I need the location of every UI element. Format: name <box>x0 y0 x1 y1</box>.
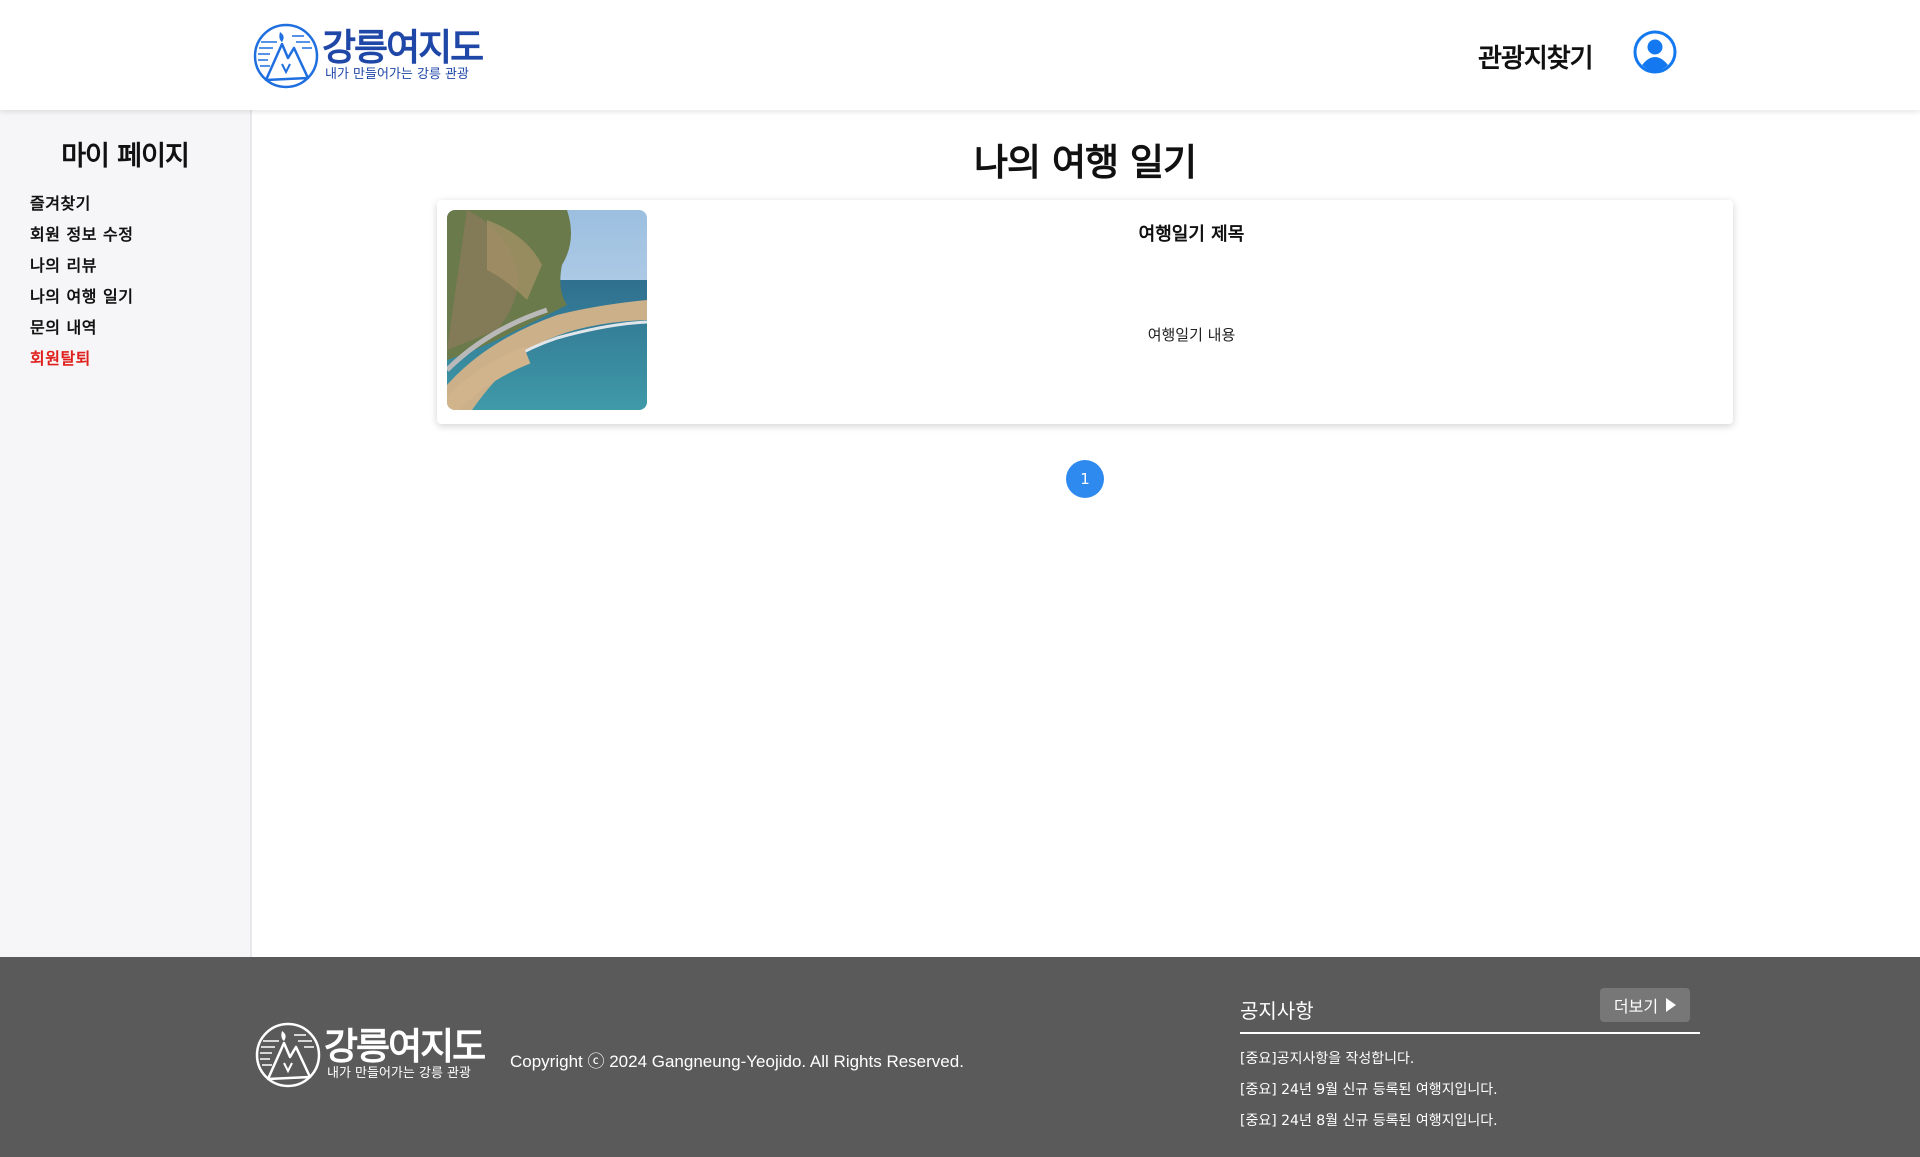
notice-panel: 공지사항 더보기 [중요]공지사항을 작성합니다. [중요] 24년 9월 신규… <box>1240 987 1700 1137</box>
logo-title: 강릉여지도 <box>322 26 484 69</box>
sidebar-item-my-reviews[interactable]: 나의 리뷰 <box>30 250 133 281</box>
notice-item[interactable]: [중요] 24년 9월 신규 등록된 여행지입니다. <box>1240 1075 1700 1106</box>
sidebar-menu: 즐겨찾기 회원 정보 수정 나의 리뷰 나의 여행 일기 문의 내역 회원탈퇴 <box>30 188 133 374</box>
play-triangle-icon <box>1666 998 1677 1012</box>
more-button-label: 더보기 <box>1613 997 1659 1016</box>
diary-content: 여행일기 내용 <box>1147 326 1236 344</box>
logo-text: 강릉여지도 내가 만들어가는 강릉 관광 <box>322 26 484 83</box>
sidebar-item-inquiries[interactable]: 문의 내역 <box>30 312 133 343</box>
notice-title: 공지사항 <box>1240 999 1314 1023</box>
logo-emblem-icon <box>255 1022 321 1088</box>
site-header: 강릉여지도 내가 만들어가는 강릉 관광 관광지찾기 <box>0 0 1920 110</box>
sidebar-item-edit-profile[interactable]: 회원 정보 수정 <box>30 219 133 250</box>
mypage-sidebar: 마이 페이지 즐겨찾기 회원 정보 수정 나의 리뷰 나의 여행 일기 문의 내… <box>0 110 252 957</box>
footer-logo-subtitle: 내가 만들어가는 강릉 관광 <box>327 1066 471 1081</box>
user-circle-icon[interactable] <box>1633 30 1677 74</box>
coastal-walkway-photo <box>447 210 647 410</box>
pagination-page-1[interactable]: 1 <box>1066 460 1104 498</box>
notice-item[interactable]: [중요]공지사항을 작성합니다. <box>1240 1044 1700 1075</box>
notice-list: [중요]공지사항을 작성합니다. [중요] 24년 9월 신규 등록된 여행지입… <box>1240 1044 1700 1137</box>
diary-title: 여행일기 제목 <box>1138 224 1245 245</box>
site-logo[interactable]: 강릉여지도 내가 만들어가는 강릉 관광 <box>252 22 492 90</box>
logo-subtitle: 내가 만들어가는 강릉 관광 <box>325 67 469 82</box>
nav-find-attractions[interactable]: 관광지찾기 <box>1478 38 1594 75</box>
logo-emblem-icon <box>253 23 319 89</box>
sidebar-item-withdraw[interactable]: 회원탈퇴 <box>30 343 133 374</box>
notice-header: 공지사항 더보기 <box>1240 987 1700 1034</box>
diary-thumbnail <box>447 210 647 410</box>
footer-logo-text: 강릉여지도 내가 만들어가는 강릉 관광 <box>324 1025 486 1082</box>
diary-card[interactable]: 여행일기 제목 여행일기 내용 <box>437 200 1733 424</box>
footer-logo-title: 강릉여지도 <box>324 1025 486 1068</box>
page-title: 나의 여행 일기 <box>973 141 1197 184</box>
sidebar-title: 마이 페이지 <box>61 141 190 172</box>
sidebar-item-travel-diary[interactable]: 나의 여행 일기 <box>30 281 133 312</box>
more-button[interactable]: 더보기 <box>1600 988 1690 1022</box>
sidebar-item-favorites[interactable]: 즐겨찾기 <box>30 188 133 219</box>
copyright-text: Copyright ⓒ 2024 Gangneung-Yeojido. All … <box>510 1052 964 1071</box>
footer-logo[interactable]: 강릉여지도 내가 만들어가는 강릉 관광 <box>254 1021 494 1089</box>
notice-item[interactable]: [중요] 24년 8월 신규 등록된 여행지입니다. <box>1240 1106 1700 1137</box>
site-footer: 강릉여지도 내가 만들어가는 강릉 관광 Copyright ⓒ 2024 Ga… <box>0 957 1920 1157</box>
